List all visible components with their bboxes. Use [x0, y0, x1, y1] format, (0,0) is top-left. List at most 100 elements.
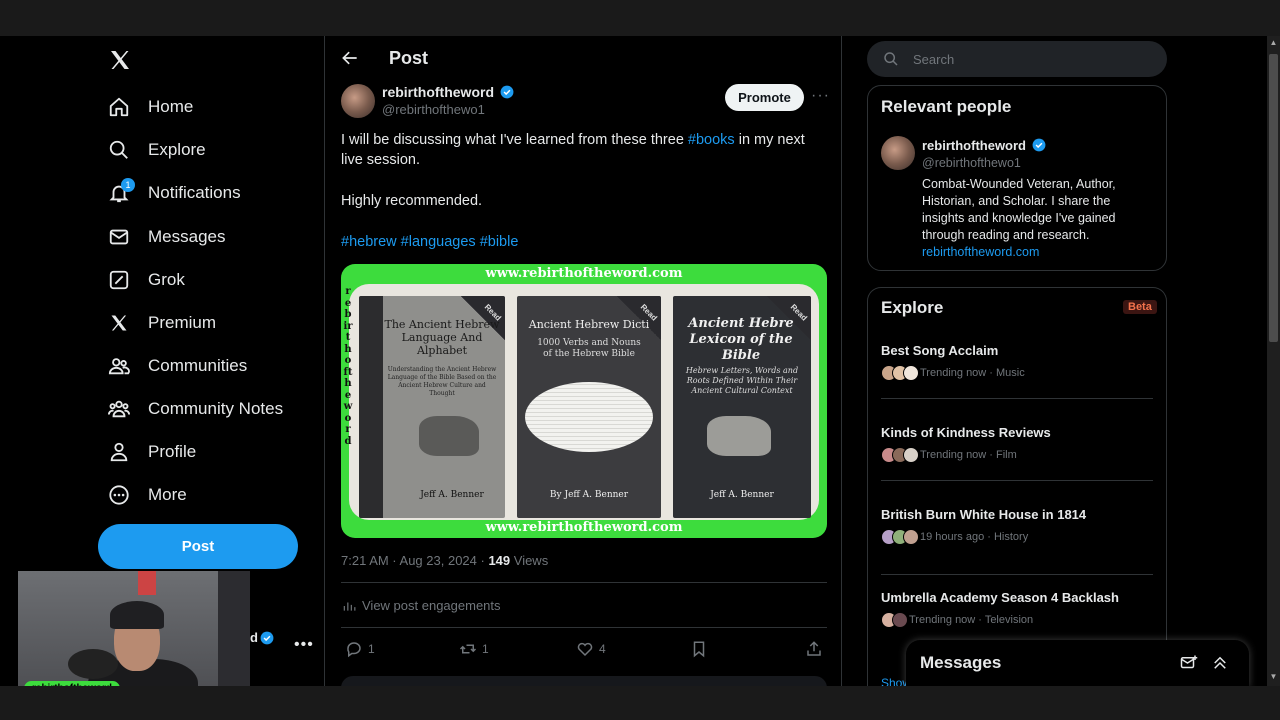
post-button[interactable]: Post	[98, 524, 298, 569]
nav-more[interactable]: More	[98, 475, 318, 515]
divider	[341, 582, 827, 583]
view-engagements-link[interactable]: View post engagements	[342, 598, 501, 613]
account-more-icon[interactable]: •••	[294, 636, 314, 654]
nav-grok[interactable]: Grok	[98, 260, 318, 300]
explore-title: Explore	[881, 298, 944, 317]
verified-badge-icon	[1032, 138, 1046, 152]
search-placeholder: Search	[913, 51, 955, 67]
hashtag-books[interactable]: #books	[688, 132, 735, 148]
grok-icon	[98, 260, 140, 300]
new-message-icon[interactable]	[1180, 654, 1198, 672]
repost-button[interactable]: 1	[459, 640, 489, 658]
webcam-overlay: rebirthoftheword	[18, 571, 250, 701]
like-button[interactable]: 4	[576, 640, 606, 658]
trend-item[interactable]: British Burn White House in 1814 19 hour…	[881, 506, 1151, 545]
hashtag-hebrew[interactable]: #hebrew	[341, 234, 397, 250]
profile-website-link[interactable]: rebirthoftheword.com	[922, 245, 1039, 259]
author-handle[interactable]: @rebirthofthewo1	[382, 102, 485, 117]
trend-item[interactable]: Umbrella Academy Season 4 Backlash Trend…	[881, 589, 1151, 628]
search-icon	[98, 130, 140, 170]
search-icon	[884, 52, 898, 66]
views-count: 149	[488, 553, 511, 568]
verified-badge-icon	[260, 631, 274, 644]
nav-community-notes[interactable]: Community Notes	[98, 389, 318, 429]
search-input[interactable]: Search	[867, 41, 1167, 77]
page-scrollbar[interactable]: ▲ ▼	[1267, 36, 1280, 686]
browser-bottom-bar	[0, 686, 1280, 720]
tweet-media-image[interactable]: www.rebirthoftheword.com rebirthofthewor…	[341, 264, 827, 538]
tweet-more-icon[interactable]: ···	[811, 87, 830, 105]
trend-avatars	[881, 529, 919, 545]
tweet-text: I will be discussing what I've learned f…	[341, 132, 805, 250]
hashtag-bible[interactable]: #bible	[480, 234, 519, 250]
scrollbar-thumb[interactable]	[1269, 54, 1278, 342]
media-side-text: rebirthoftheword	[343, 286, 353, 447]
promote-button[interactable]: Promote	[725, 84, 804, 111]
nav-notifications[interactable]: 1 Notifications	[98, 173, 318, 213]
browser-top-bar	[0, 0, 1280, 36]
relevant-person-bio: Combat-Wounded Veteran, Author, Historia…	[922, 177, 1116, 259]
microphone	[68, 649, 118, 679]
relevant-people-title: Relevant people	[881, 97, 1012, 116]
bookmark-icon	[693, 641, 705, 658]
tweet-timestamp: 7:21 AM · Aug 23, 2024 · 149 Views	[341, 553, 549, 568]
account-switcher-name[interactable]: d	[250, 630, 274, 645]
book-artifact-image	[419, 416, 479, 456]
analytics-icon	[343, 602, 356, 611]
trend-item[interactable]: Best Song Acclaim Trending now · Music	[881, 342, 1151, 381]
home-icon	[98, 87, 140, 127]
share-icon	[807, 641, 821, 656]
book-cover-3: Read Ancient Hebre Lexicon of the Bible …	[673, 296, 811, 518]
trend-avatars	[881, 447, 919, 463]
shelf	[218, 571, 250, 701]
envelope-icon	[98, 217, 140, 257]
community-notes-icon	[98, 389, 140, 429]
person-icon	[98, 432, 140, 472]
notification-badge: 1	[121, 178, 135, 192]
divider	[881, 480, 1153, 481]
nav-messages[interactable]: Messages	[98, 217, 318, 257]
author-name[interactable]: rebirthoftheword	[382, 84, 514, 100]
bookmark-button[interactable]	[690, 640, 708, 658]
trend-avatars	[881, 365, 919, 381]
book-cover-2: Read Ancient Hebrew Dicti 1000 Verbs and…	[517, 296, 661, 518]
x-logo-icon[interactable]	[108, 48, 134, 74]
scroll-down-arrow-icon[interactable]: ▼	[1267, 672, 1280, 681]
streamer-hat	[110, 601, 164, 629]
page-title: Post	[389, 48, 429, 68]
author-avatar[interactable]	[341, 84, 375, 118]
nav-profile[interactable]: Profile	[98, 432, 318, 472]
wall-poster	[138, 571, 156, 595]
nav-home[interactable]: Home	[98, 87, 318, 127]
hashtag-languages[interactable]: #languages	[401, 234, 476, 250]
heart-icon	[577, 642, 593, 657]
book-cover-1: Read The Ancient Hebrew Language And Alp…	[359, 296, 505, 518]
reply-button[interactable]: 1	[345, 640, 375, 658]
share-button[interactable]	[805, 640, 823, 658]
people-icon	[98, 346, 140, 386]
nav-explore[interactable]: Explore	[98, 130, 318, 170]
divider	[341, 627, 827, 628]
x-logo-icon	[98, 303, 140, 343]
scroll-up-arrow-icon[interactable]: ▲	[1267, 38, 1280, 47]
back-arrow-icon[interactable]	[340, 48, 362, 70]
reply-icon	[347, 642, 361, 658]
verified-badge-icon	[500, 85, 514, 99]
trend-item[interactable]: Kinds of Kindness Reviews Trending now ·…	[881, 424, 1151, 463]
nav-premium[interactable]: Premium	[98, 303, 318, 343]
repost-icon	[459, 644, 477, 654]
relevant-person-name[interactable]: rebirthoftheword	[922, 138, 1046, 153]
messages-drawer[interactable]: Messages	[906, 640, 1249, 688]
book-artifact-image	[707, 416, 771, 456]
relevant-person-handle[interactable]: @rebirthofthewo1	[922, 156, 1021, 170]
relevant-person-avatar[interactable]	[881, 136, 915, 170]
media-url-bottom: www.rebirthoftheword.com	[485, 520, 683, 535]
divider	[881, 574, 1153, 575]
nav-communities[interactable]: Communities	[98, 346, 318, 386]
expand-chevron-icon[interactable]	[1211, 654, 1229, 672]
book-spine	[359, 296, 383, 518]
messages-drawer-title: Messages	[920, 653, 1002, 672]
beta-badge: Beta	[1123, 300, 1157, 314]
hebrew-text-oval-image	[525, 382, 653, 452]
media-url-top: www.rebirthoftheword.com	[485, 266, 683, 281]
